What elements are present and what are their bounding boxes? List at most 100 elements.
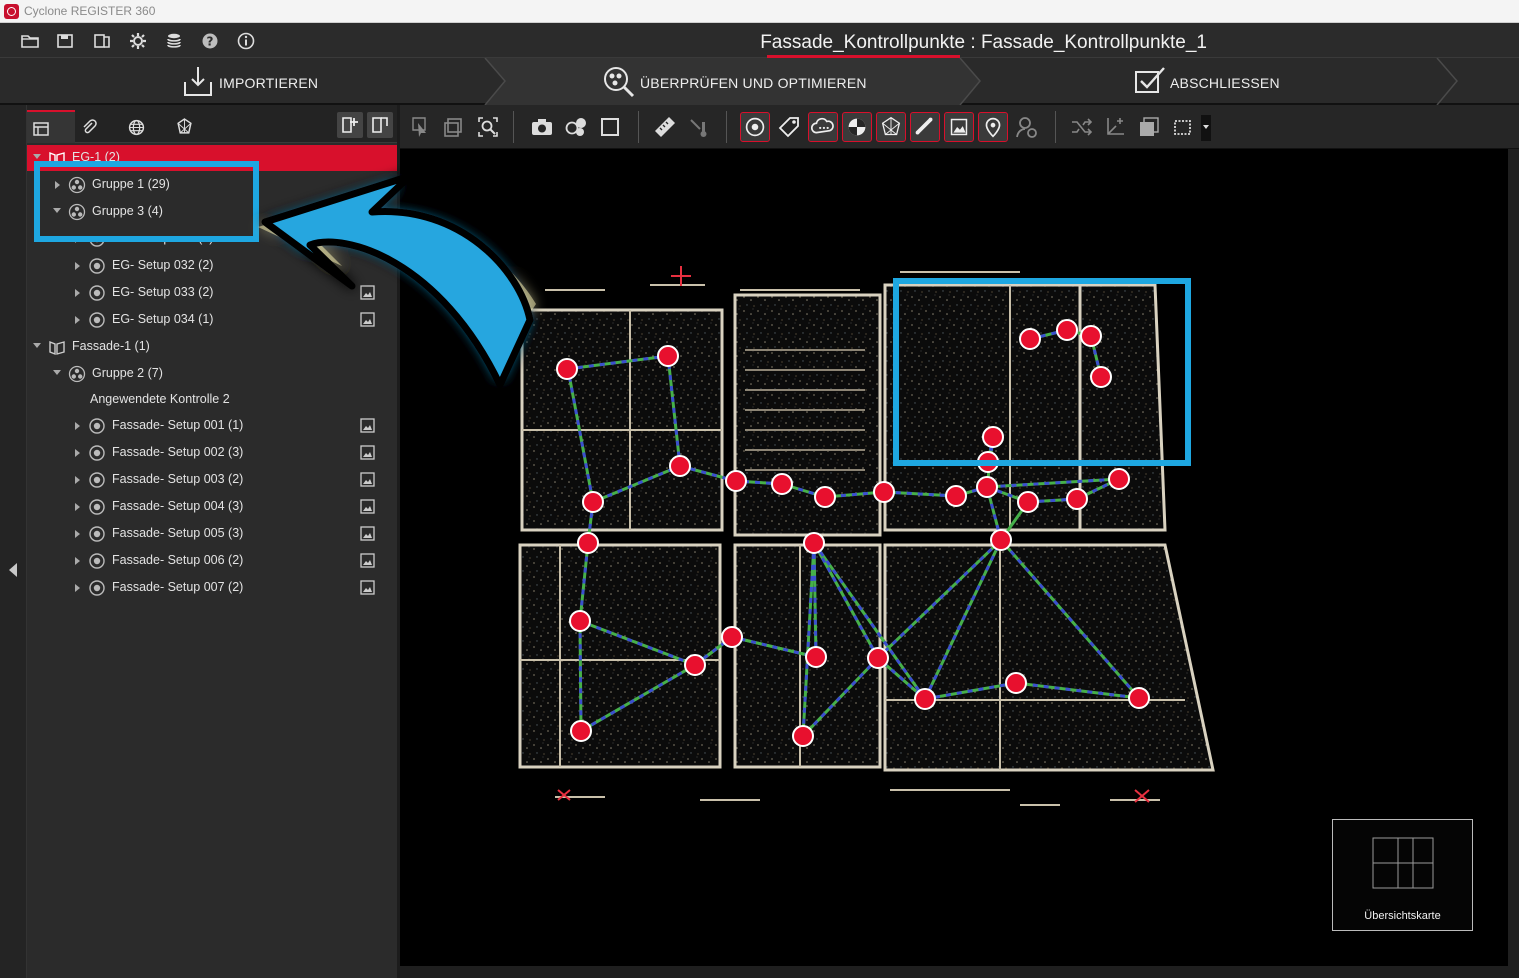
tree-item-fassade-setup-007[interactable]: Fassade- Setup 007 (2)	[27, 575, 397, 601]
tree-item-fassade-setup-002[interactable]: Fassade- Setup 002 (3)	[27, 440, 397, 466]
overview-thumbnail	[1372, 837, 1434, 889]
setup-target-icon[interactable]	[740, 112, 770, 142]
shuffle-icon[interactable]	[1066, 112, 1096, 142]
settings-gear-icon[interactable]	[128, 31, 148, 51]
tree-item-fassade-1[interactable]: Fassade-1 (1)	[27, 334, 397, 360]
tree-item-label: Fassade-1 (1)	[72, 339, 150, 353]
report-icon[interactable]	[92, 31, 112, 51]
expand-toggle-icon[interactable]	[75, 289, 80, 297]
image-icon[interactable]	[360, 499, 375, 514]
tab-attachments[interactable]	[75, 110, 123, 143]
tree-item-setup-032[interactable]: EG- Setup 032 (2)	[27, 253, 397, 279]
help-icon[interactable]: ?	[200, 31, 220, 51]
review-search-icon	[604, 67, 635, 98]
database-icon[interactable]	[164, 31, 184, 51]
tree-item-gruppe-3[interactable]: Gruppe 3 (4)	[27, 199, 397, 225]
expand-toggle-icon[interactable]	[75, 262, 80, 270]
info-icon[interactable]	[236, 31, 256, 51]
expand-toggle-icon[interactable]	[53, 208, 61, 213]
image-icon[interactable]	[360, 445, 375, 460]
expand-toggle-icon[interactable]	[75, 449, 80, 457]
setup-icon	[89, 553, 105, 569]
expand-toggle-icon[interactable]	[33, 343, 41, 348]
tab-cloud-constraints[interactable]	[171, 110, 219, 143]
person-settings-icon[interactable]	[1012, 112, 1042, 142]
point-cloud-viewport[interactable]: Übersichtskarte	[400, 149, 1508, 966]
tag-icon[interactable]	[774, 112, 804, 142]
zoom-fit-icon[interactable]	[473, 112, 503, 142]
tab-review-optimize-label: ÜBERPRÜFEN UND OPTIMIEREN	[640, 75, 867, 91]
setup-icon	[89, 499, 105, 515]
expand-toggle-icon[interactable]	[75, 557, 80, 565]
tree-item-fassade-setup-004[interactable]: Fassade- Setup 004 (3)	[27, 494, 397, 520]
location-pin-icon[interactable]	[978, 112, 1008, 142]
cloud-icon[interactable]	[808, 112, 838, 142]
tree-item-setup-031[interactable]: EG- Setup 031 (1)	[27, 238, 397, 252]
tree-item-fassade-setup-006[interactable]: Fassade- Setup 006 (2)	[27, 548, 397, 574]
expand-toggle-icon[interactable]	[75, 316, 80, 324]
image-icon[interactable]	[360, 580, 375, 595]
setup-icon	[89, 472, 105, 488]
setup-icon	[89, 445, 105, 461]
project-tree-panel: EG-1 (2) Gruppe 1 (29) Gruppe 3 (4) EG- …	[27, 105, 397, 978]
open-folder-icon[interactable]	[20, 31, 40, 51]
tree-item-setup-034[interactable]: EG- Setup 034 (1)	[27, 307, 397, 333]
image-icon[interactable]	[360, 312, 375, 327]
checker-target-icon[interactable]	[842, 112, 872, 142]
expand-toggle-icon[interactable]	[75, 530, 80, 538]
dropdown-chevron-icon[interactable]	[1201, 115, 1211, 141]
overview-map[interactable]: Übersichtskarte	[1332, 819, 1473, 931]
tree-item-gruppe-2[interactable]: Gruppe 2 (7)	[27, 361, 397, 387]
selection-box-icon[interactable]	[1168, 112, 1198, 142]
cloud-constraint-icon	[177, 118, 192, 134]
tree-item-label: Fassade- Setup 006 (2)	[112, 553, 244, 567]
ruler-icon[interactable]	[910, 112, 940, 142]
add-bundle-icon[interactable]	[337, 112, 363, 138]
setup-icon	[89, 312, 105, 328]
toolbar-separator	[513, 111, 514, 143]
thermometer-icon[interactable]	[684, 112, 714, 142]
expand-toggle-icon[interactable]	[55, 181, 60, 189]
image-icon[interactable]	[360, 472, 375, 487]
expand-toggle-icon[interactable]	[33, 154, 41, 159]
expand-toggle-icon[interactable]	[75, 503, 80, 511]
globe-icon	[128, 119, 145, 136]
tab-bundles[interactable]	[27, 110, 75, 143]
image-icon[interactable]	[360, 418, 375, 433]
panel-tabs	[27, 105, 397, 143]
measure-icon[interactable]	[650, 112, 680, 142]
save-icon[interactable]	[55, 31, 75, 51]
tree-item-setup-033[interactable]: EG- Setup 033 (2)	[27, 280, 397, 306]
expand-toggle-icon[interactable]	[75, 238, 80, 243]
tree-item-applied-control[interactable]: Angewendete Kontrolle 2	[27, 387, 397, 413]
tab-georeference[interactable]	[123, 110, 171, 143]
expand-toggle-icon[interactable]	[75, 422, 80, 430]
expand-toggle-icon[interactable]	[53, 370, 61, 375]
image-icon[interactable]	[944, 112, 974, 142]
collapse-left-icon[interactable]	[9, 563, 17, 577]
spheres-icon[interactable]	[561, 112, 591, 142]
expand-toggle-icon[interactable]	[75, 476, 80, 484]
camera-icon[interactable]	[527, 112, 557, 142]
tree-item-fassade-setup-005[interactable]: Fassade- Setup 005 (3)	[27, 521, 397, 547]
square-icon[interactable]	[595, 112, 625, 142]
layers-icon[interactable]	[1134, 112, 1164, 142]
tree-item-gruppe-1[interactable]: Gruppe 1 (29)	[27, 172, 397, 198]
expand-toggle-icon[interactable]	[75, 584, 80, 592]
panel-collapse-strip[interactable]	[0, 105, 27, 978]
image-icon[interactable]	[360, 285, 375, 300]
copy-icon[interactable]	[439, 112, 469, 142]
tree-item-eg1[interactable]: EG-1 (2)	[27, 145, 397, 171]
select-icon[interactable]	[405, 112, 435, 142]
tree-item-label: Angewendete Kontrolle 2	[90, 392, 230, 406]
image-icon[interactable]	[360, 526, 375, 541]
app-title: Cyclone REGISTER 360	[24, 4, 156, 18]
tree-item-fassade-setup-001[interactable]: Fassade- Setup 001 (1)	[27, 413, 397, 439]
axis-icon[interactable]	[1100, 112, 1130, 142]
tree-item-label: EG- Setup 034 (1)	[112, 312, 214, 326]
tree-item-label: Fassade- Setup 001 (1)	[112, 418, 244, 432]
edit-bundle-icon[interactable]	[367, 112, 393, 138]
image-icon[interactable]	[360, 553, 375, 568]
tree-item-fassade-setup-003[interactable]: Fassade- Setup 003 (2)	[27, 467, 397, 493]
mesh-icon[interactable]	[876, 112, 906, 142]
